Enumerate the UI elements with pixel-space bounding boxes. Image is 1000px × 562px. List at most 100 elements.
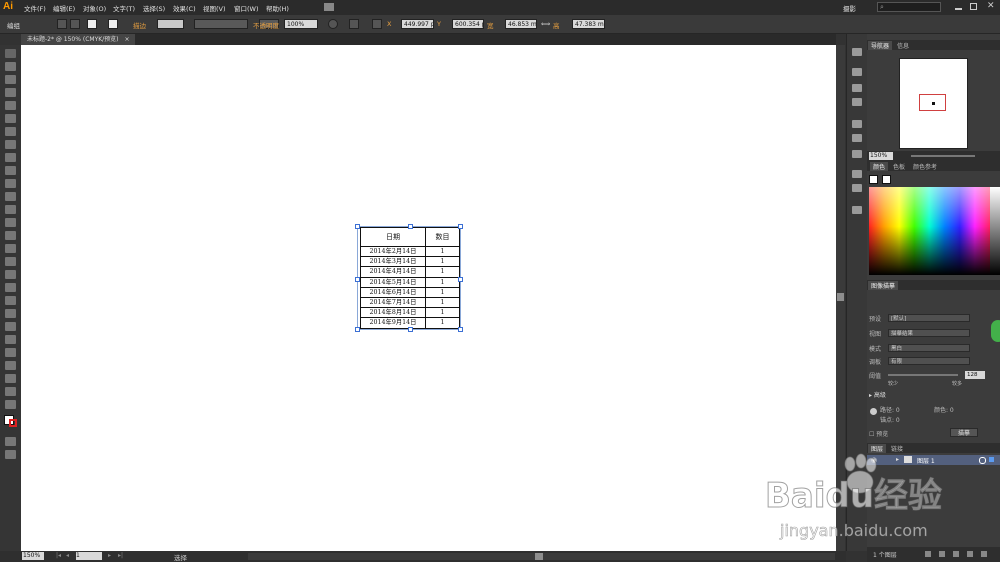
blob-brush-tool-icon[interactable] (5, 179, 16, 188)
paintbrush-tool-icon[interactable] (5, 153, 16, 162)
workspace-switcher[interactable]: 摄影 (843, 3, 856, 13)
floating-assist-button[interactable] (991, 320, 1000, 342)
menu-window[interactable]: 窗口(W) (234, 3, 259, 13)
status-zoom-field[interactable]: 150% (22, 552, 44, 560)
next-artboard-icon[interactable]: ▸ (108, 552, 111, 559)
pen-tool-icon[interactable] (5, 101, 16, 110)
selected-table-artwork[interactable]: 日期 数目 2014年2月14日 1 2014年3月14日 1 2014年4月14日… (355, 224, 463, 332)
close-tab-icon[interactable]: × (124, 36, 129, 43)
tab-navigator[interactable]: 导航器 (868, 41, 893, 50)
horizontal-scrollbar[interactable] (248, 553, 835, 560)
navigator-view-rect[interactable] (919, 94, 946, 111)
symbol-sprayer-tool-icon[interactable] (5, 335, 16, 344)
threshold-slider[interactable] (888, 374, 958, 376)
mesh-tool-icon[interactable] (5, 283, 16, 292)
first-artboard-icon[interactable]: |◂ (56, 552, 61, 559)
align-icon[interactable] (349, 19, 359, 29)
menu-object[interactable]: 对象(O) (83, 3, 106, 13)
brushes-dock-icon[interactable] (852, 84, 862, 92)
navigator-zoom-field[interactable]: 150% (869, 152, 893, 160)
gradient-dock-icon[interactable] (852, 98, 862, 106)
menu-help[interactable]: 帮助(H) (266, 3, 289, 13)
menu-view[interactable]: 视图(V) (203, 3, 226, 13)
layer-target-icon[interactable] (979, 457, 986, 464)
pathfinder-dock-icon[interactable] (852, 134, 862, 142)
selection-handle[interactable] (458, 277, 463, 282)
height-field[interactable]: 47.383 m (572, 19, 605, 29)
new-layer-icon[interactable] (967, 551, 973, 557)
variable-width-dropdown[interactable] (194, 19, 248, 29)
isolate-group-icon[interactable] (57, 19, 67, 29)
arrange-documents-icon[interactable] (324, 3, 334, 11)
slice-tool-icon[interactable] (5, 374, 16, 383)
fill-color-swatch[interactable] (87, 19, 97, 29)
selection-handle[interactable] (355, 327, 360, 332)
menu-effect[interactable]: 效果(C) (173, 3, 196, 13)
threshold-field[interactable]: 128 (965, 371, 985, 379)
magic-wand-tool-icon[interactable] (5, 75, 16, 84)
menu-type[interactable]: 文字(T) (113, 3, 135, 13)
stroke-color-swatch[interactable] (108, 19, 118, 29)
maximize-icon[interactable] (970, 3, 977, 10)
rotate-tool-icon[interactable] (5, 205, 16, 214)
y-field[interactable]: 600.354 p (452, 19, 484, 29)
scale-tool-icon[interactable] (5, 218, 16, 227)
preset-dropdown[interactable]: [默认] (888, 314, 970, 322)
help-search-input[interactable]: ⌕ (877, 2, 941, 12)
column-graph-tool-icon[interactable] (5, 348, 16, 357)
eyedropper-tool-icon[interactable] (5, 309, 16, 318)
reference-point-icon[interactable] (372, 19, 382, 29)
stroke-swatch[interactable] (9, 419, 17, 427)
preview-checkbox[interactable]: ☐ 预览 (869, 429, 888, 438)
screen-mode-icon[interactable] (5, 450, 16, 459)
menu-edit[interactable]: 编辑(E) (53, 3, 75, 13)
vertical-scroll-thumb[interactable] (837, 293, 844, 301)
symbols-dock-icon[interactable] (852, 68, 862, 76)
artboard-tool-icon[interactable] (5, 361, 16, 370)
advanced-toggle[interactable]: ▸ 高级 (869, 390, 886, 399)
isolate-mode-icon[interactable] (70, 19, 80, 29)
lasso-tool-icon[interactable] (5, 88, 16, 97)
draw-mode-icon[interactable] (5, 437, 16, 446)
clipping-mask-icon[interactable] (939, 551, 945, 557)
stroke-weight-dropdown[interactable] (157, 19, 184, 29)
x-field[interactable]: 449.997 p (401, 19, 434, 29)
current-tool-status[interactable]: 选择 (174, 552, 187, 562)
selection-handle[interactable] (408, 224, 413, 229)
tab-image-trace[interactable]: 图像描摹 (868, 281, 899, 290)
navigator-dock-icon[interactable] (852, 48, 862, 56)
gradient-tool-icon[interactable] (5, 296, 16, 305)
new-sublayer-icon[interactable] (953, 551, 959, 557)
selection-handle[interactable] (355, 224, 360, 229)
type-tool-icon[interactable] (5, 114, 16, 123)
align-dock-icon[interactable] (852, 120, 862, 128)
mode-dropdown[interactable]: 黑白 (888, 344, 970, 352)
close-window-icon[interactable]: ✕ (987, 1, 995, 11)
palette-dropdown[interactable]: 有限 (888, 357, 970, 365)
trace-button[interactable]: 描摹 (950, 428, 978, 437)
appearance-dock-icon[interactable] (852, 170, 862, 178)
white-swatch[interactable] (882, 175, 891, 184)
perspective-grid-tool-icon[interactable] (5, 270, 16, 279)
stroke-label[interactable]: 描边 (133, 20, 146, 30)
delete-layer-icon[interactable] (981, 551, 987, 557)
last-artboard-icon[interactable]: ▸| (118, 552, 123, 559)
selection-handle[interactable] (355, 277, 360, 282)
menu-select[interactable]: 选择(S) (143, 3, 165, 13)
line-tool-icon[interactable] (5, 127, 16, 136)
graphic-styles-dock-icon[interactable] (852, 184, 862, 192)
eraser-tool-icon[interactable] (5, 192, 16, 201)
hand-tool-icon[interactable] (5, 387, 16, 396)
previous-artboard-icon[interactable]: ◂ (66, 552, 69, 559)
grayscale-ramp[interactable] (990, 187, 1000, 275)
selection-tool-icon[interactable] (5, 49, 16, 58)
free-transform-tool-icon[interactable] (5, 244, 16, 253)
locate-object-icon[interactable] (925, 551, 931, 557)
navigator-preview[interactable] (867, 50, 1000, 157)
transform-dock-icon[interactable] (852, 150, 862, 158)
navigator-zoom-slider[interactable] (911, 155, 975, 157)
shape-builder-tool-icon[interactable] (5, 257, 16, 266)
direct-selection-tool-icon[interactable] (5, 62, 16, 71)
recolor-artwork-icon[interactable] (328, 19, 338, 29)
document-tab[interactable]: 未标题-2* @ 150% (CMYK/预览) × (21, 34, 136, 45)
